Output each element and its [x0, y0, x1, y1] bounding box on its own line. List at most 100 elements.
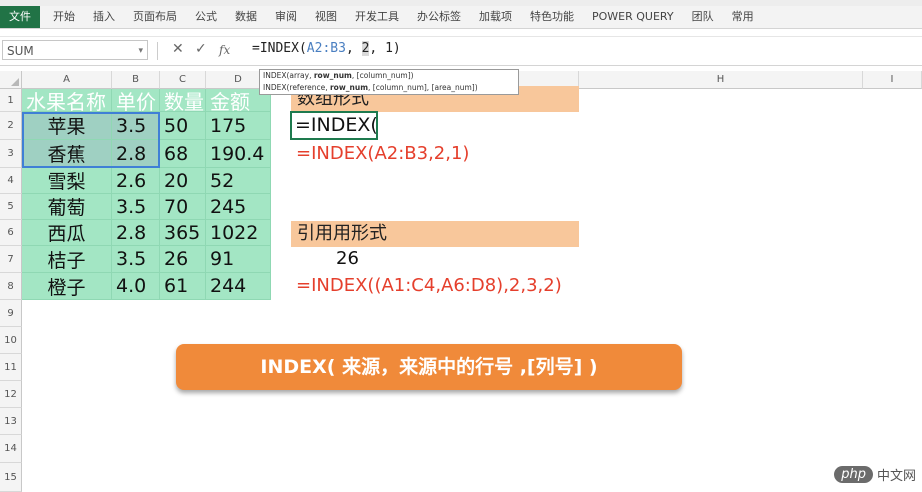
- tab-review[interactable]: 审阅: [266, 6, 306, 28]
- table-cell[interactable]: 西瓜: [22, 220, 112, 246]
- row-header-2[interactable]: 2: [0, 112, 22, 140]
- formula-prefix: =INDEX(: [252, 41, 307, 56]
- table-cell[interactable]: 4.0: [112, 273, 160, 300]
- reference-form-example[interactable]: =INDEX((A1:C4,A6:D8),2,3,2): [296, 275, 562, 296]
- table-cell[interactable]: 365: [160, 220, 206, 246]
- table-cell[interactable]: 70: [160, 194, 206, 220]
- row-header-7[interactable]: 7: [0, 246, 22, 273]
- chevron-down-icon[interactable]: ▾: [138, 41, 143, 61]
- table-cell[interactable]: 68: [160, 140, 206, 168]
- table-cell[interactable]: 91: [206, 246, 271, 273]
- reference-form-result[interactable]: 26: [336, 248, 359, 269]
- row-header-3[interactable]: 3: [0, 140, 22, 168]
- table-cell[interactable]: 244: [206, 273, 271, 300]
- tooltip-active-arg: row_num: [313, 71, 352, 80]
- tooltip-text: INDEX(array,: [263, 71, 314, 80]
- table-cell[interactable]: 3.5: [112, 194, 160, 220]
- row-header-11[interactable]: 11: [0, 354, 22, 381]
- watermark-text: 中文网: [876, 469, 916, 484]
- tooltip-active-arg: row_num: [329, 83, 369, 92]
- column-header-i[interactable]: I: [863, 71, 922, 89]
- row-header-9[interactable]: 9: [0, 300, 22, 327]
- row-header-12[interactable]: 12: [0, 381, 22, 408]
- tab-formulas[interactable]: 公式: [186, 6, 226, 28]
- column-header-h[interactable]: H: [579, 71, 863, 89]
- tab-addins[interactable]: 加载项: [470, 6, 521, 28]
- php-watermark: php 中文网: [834, 465, 916, 484]
- insert-function-icon[interactable]: fx: [219, 43, 230, 57]
- formula-bar: SUM ▾ ✕ ✓ fx =INDEX(A2:B3, 2, 1): [0, 36, 922, 66]
- table-cell[interactable]: 26: [160, 246, 206, 273]
- row-header-8[interactable]: 8: [0, 273, 22, 300]
- reference-form-label[interactable]: 引用用形式: [291, 221, 579, 247]
- formula-input[interactable]: =INDEX(A2:B3, 2, 1): [252, 41, 401, 56]
- formula-rest: , 1): [369, 41, 401, 56]
- row-header-1[interactable]: 1: [0, 89, 22, 112]
- row-header-13[interactable]: 13: [0, 408, 22, 435]
- table-cell[interactable]: 3.5: [112, 112, 160, 140]
- table-cell[interactable]: 2.8: [112, 140, 160, 168]
- table-header-cell[interactable]: 水果名称: [22, 89, 112, 112]
- tooltip-reference-syntax[interactable]: INDEX(reference, row_num, [column_num], …: [263, 82, 515, 94]
- table-cell[interactable]: 桔子: [22, 246, 112, 273]
- table-cell[interactable]: 葡萄: [22, 194, 112, 220]
- table-cell[interactable]: 190.4: [206, 140, 271, 168]
- divider: [157, 42, 158, 60]
- tooltip-text: , [column_num]): [351, 71, 414, 80]
- row-header-14[interactable]: 14: [0, 435, 22, 463]
- array-form-example[interactable]: =INDEX(A2:B3,2,1): [296, 143, 469, 164]
- tab-page-layout[interactable]: 页面布局: [124, 6, 186, 28]
- tab-features[interactable]: 特色功能: [521, 6, 583, 28]
- table-cell[interactable]: 雪梨: [22, 168, 112, 194]
- formula-range-ref: A2:B3: [306, 41, 346, 56]
- tooltip-text: , [column_num], [area_num]): [368, 83, 478, 92]
- table-cell[interactable]: 2.8: [112, 220, 160, 246]
- column-header-b[interactable]: B: [112, 71, 160, 89]
- editing-cell[interactable]: =INDEX(A2:: [290, 111, 378, 140]
- table-header-cell[interactable]: 数量: [160, 89, 206, 112]
- tooltip-array-syntax[interactable]: INDEX(array, row_num, [column_num]): [263, 70, 515, 82]
- tab-developer[interactable]: 开发工具: [346, 6, 408, 28]
- table-cell[interactable]: 20: [160, 168, 206, 194]
- table-header-cell[interactable]: 单价: [112, 89, 160, 112]
- table-cell[interactable]: 3.5: [112, 246, 160, 273]
- table-cell[interactable]: 2.6: [112, 168, 160, 194]
- table-cell[interactable]: 245: [206, 194, 271, 220]
- row-header-5[interactable]: 5: [0, 194, 22, 220]
- table-cell[interactable]: 1022: [206, 220, 271, 246]
- tab-office-tabs[interactable]: 办公标签: [408, 6, 470, 28]
- table-cell[interactable]: 香蕉: [22, 140, 112, 168]
- row-header-15[interactable]: 15: [0, 463, 22, 492]
- cancel-icon[interactable]: ✕: [172, 41, 184, 57]
- table-cell[interactable]: 50: [160, 112, 206, 140]
- name-box[interactable]: SUM ▾: [2, 40, 148, 60]
- tab-data[interactable]: 数据: [226, 6, 266, 28]
- tooltip-text: INDEX(reference,: [263, 83, 330, 92]
- column-header-c[interactable]: C: [160, 71, 206, 89]
- table-cell[interactable]: 61: [160, 273, 206, 300]
- ribbon: 文件 开始 插入 页面布局 公式 数据 审阅 视图 开发工具 办公标签 加载项 …: [0, 0, 922, 29]
- column-header-a[interactable]: A: [22, 71, 112, 89]
- tab-insert[interactable]: 插入: [84, 6, 124, 28]
- tab-common[interactable]: 常用: [723, 6, 763, 28]
- tab-view[interactable]: 视图: [306, 6, 346, 28]
- select-all-triangle-icon: [11, 78, 19, 86]
- formula-separator: ,: [345, 41, 362, 56]
- row-header-10[interactable]: 10: [0, 327, 22, 354]
- table-cell[interactable]: 橙子: [22, 273, 112, 300]
- tab-file[interactable]: 文件: [0, 6, 40, 28]
- ribbon-tabs: 开始 插入 页面布局 公式 数据 审阅 视图 开发工具 办公标签 加载项 特色功…: [44, 6, 763, 28]
- select-all-corner[interactable]: [0, 71, 22, 89]
- tab-home[interactable]: 开始: [44, 6, 84, 28]
- row-header-4[interactable]: 4: [0, 168, 22, 194]
- php-logo: php: [834, 466, 873, 483]
- enter-check-icon[interactable]: ✓: [195, 41, 207, 57]
- name-box-value: SUM: [7, 44, 34, 58]
- table-cell[interactable]: 52: [206, 168, 271, 194]
- table-cell[interactable]: 175: [206, 112, 271, 140]
- tab-power-query[interactable]: POWER QUERY: [583, 6, 683, 28]
- tab-team[interactable]: 团队: [683, 6, 723, 28]
- table-cell[interactable]: 苹果: [22, 112, 112, 140]
- function-tooltip: INDEX(array, row_num, [column_num]) INDE…: [259, 69, 519, 95]
- row-header-6[interactable]: 6: [0, 220, 22, 246]
